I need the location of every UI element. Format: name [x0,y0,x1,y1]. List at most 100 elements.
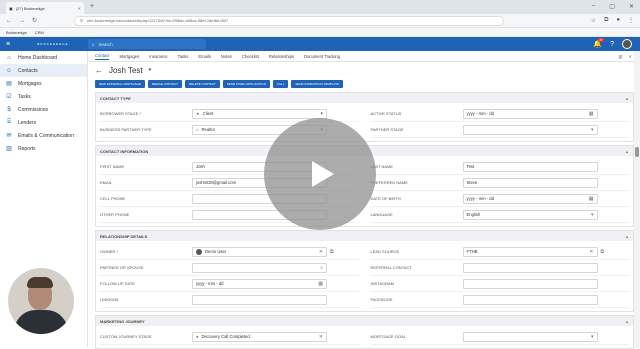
bookmark-star-icon[interactable]: ☆ [591,17,596,24]
partner-stage-select[interactable]: ▾ [462,124,598,135]
tab-contact[interactable]: Contact [95,53,110,60]
contact-title-row: ← Josh Test ▾ [89,62,640,78]
section-title: Marketing Journey [100,318,145,324]
send-expedition-template-button[interactable]: Send Expedition Template [291,79,344,88]
sidebar-item-tasks[interactable]: ☑ Tasks [0,90,87,103]
chevron-down-icon[interactable]: ▾ [149,67,152,73]
send-finmo-application-button[interactable]: Send Finmo Application [222,79,270,88]
minimize-icon[interactable]: – [592,3,595,10]
last-name-field[interactable]: Test [462,161,598,172]
notifications-icon[interactable]: 🔔 27 [593,38,604,48]
collapse-icon[interactable]: ▴ [626,319,628,324]
page-scrollbar[interactable] [634,51,640,348]
sidebar-item-reports[interactable]: ▥ Reports [0,142,87,155]
favicon-icon: ▣ [9,5,13,11]
sidebar-item-lenders[interactable]: ⌸ Lenders [0,116,87,129]
sidebar-item-commissions[interactable]: $ Commissions [0,103,87,116]
merge-contact-button[interactable]: Merge Contact [147,79,182,88]
sidebar-item-label: Contacts [18,67,38,74]
reload-icon[interactable]: ↻ [32,17,37,24]
hamburger-icon[interactable]: ≡ [6,41,18,48]
back-arrow-icon[interactable]: ← [95,66,103,75]
scrollbar-thumb[interactable] [635,147,639,157]
sidebar-item-emails[interactable]: ✉ Emails & Communication [0,129,87,142]
owner-select[interactable]: Demo User ✕ [192,246,327,257]
bookmark-crm[interactable]: CRM [35,30,44,35]
sidebar-item-home[interactable]: ⌂ Home Dashboard [0,51,87,64]
section-header[interactable]: Marketing Journey ▴ [96,316,633,326]
star-icon: ★ [196,111,200,116]
user-avatar[interactable] [622,39,632,49]
help-icon[interactable]: ? [610,41,614,48]
maximize-icon[interactable]: ▢ [609,3,615,10]
back-icon[interactable]: ← [6,18,12,24]
app-logo[interactable]: BROKEREDGE [18,42,88,46]
facebook-field[interactable] [462,294,598,305]
tab-insurance[interactable]: Insurance [149,54,167,59]
video-play-button[interactable] [264,118,376,230]
sidebar-item-contacts[interactable]: ☺ Contacts [0,64,87,77]
profile-icon[interactable]: ● [616,17,620,24]
close-panel-icon[interactable]: ✕ [628,54,632,59]
custom-journey-stage-select[interactable]: ● Discovery Call Completed ✕ [192,331,327,342]
new-tab-button[interactable]: + [90,3,94,10]
forward-icon[interactable]: → [19,18,25,24]
search-input[interactable]: ⌕ Search [88,39,206,49]
field-value: Steve [466,180,478,185]
calendar-icon[interactable]: ▦ [589,196,594,202]
clear-icon[interactable]: ✕ [589,249,593,255]
calendar-icon[interactable]: ▦ [589,111,594,117]
tab-document-tracking[interactable]: Document Tracking [304,54,340,59]
language-select[interactable]: English ▾ [462,209,598,220]
tab-notes[interactable]: Notes [221,54,232,59]
call-button[interactable]: Call [272,79,289,88]
browser-tab[interactable]: ▣ (27) Brokeredge ✕ [6,2,84,14]
field-label: Partner or Spouse [100,265,144,270]
preferred-name-field[interactable]: Steve [462,177,598,188]
menu-icon[interactable]: ⋮ [628,17,634,24]
close-window-icon[interactable]: ✕ [629,3,634,10]
lead-source-select[interactable]: FTHB ✕ [462,246,598,257]
collapse-icon[interactable]: ▴ [626,234,628,239]
section-header[interactable]: Relationship Details ▴ [96,231,633,241]
referral-contact-search[interactable] [462,262,598,273]
borrower-stage-select[interactable]: ★ Client ▾ [192,108,327,119]
follow-up-date-field[interactable]: yyyy - mm - dd ▦ [192,278,327,289]
new-external-mortgage-button[interactable]: New External Mortgage [95,79,145,88]
mortgage-goal-select[interactable]: ▾ [462,331,598,342]
site-info-icon[interactable]: ⚲ [80,18,83,23]
linkedin-field[interactable] [192,294,327,305]
extensions-icon[interactable]: ⧉ [604,17,608,24]
open-link-icon[interactable]: ⧉ [601,249,605,255]
section-header[interactable]: Contact Type ▴ [96,93,633,103]
calendar-icon[interactable]: ▦ [318,281,323,287]
collapse-icon[interactable]: ▴ [626,96,628,101]
app-header: ≡ BROKEREDGE ⌕ Search 🔔 27 ? [0,37,640,51]
tab-mortgages[interactable]: Mortgages [119,54,139,59]
active-status-date[interactable]: yyyy - mm - dd ▦ [462,108,598,119]
field-label: First Name [100,164,125,169]
bookmark-brokeredge[interactable]: Brokeredge [6,30,27,35]
tab-emails[interactable]: Emails [198,54,211,59]
field-label: Partner Stage [370,127,404,132]
field-label: Referral Contact [370,265,412,270]
date-of-birth-field[interactable]: yyyy - mm - dd ▦ [462,193,598,204]
close-tab-icon[interactable]: ✕ [78,6,81,11]
panel-toggle-icon[interactable]: ▥ [619,54,623,59]
delete-contact-button[interactable]: Delete Contact [184,79,220,88]
clear-icon[interactable]: ✕ [319,249,323,255]
tab-tasks[interactable]: Tasks [178,54,189,59]
partner-spouse-search[interactable]: ⌕ [192,262,327,273]
open-link-icon[interactable]: ⧉ [330,249,334,255]
clear-icon[interactable]: ✕ [319,334,323,340]
section-contact-type: Contact Type ▴ Borrower Stage * ★ Client ▾ B… [95,92,634,142]
instagram-field[interactable] [462,278,598,289]
sidebar-item-mortgages[interactable]: ▤ Mortgages [0,77,87,90]
contact-name[interactable]: Josh Test [109,66,143,75]
tab-checklist[interactable]: Checklist [242,54,259,59]
field-value: FTHB [466,249,478,254]
address-bar[interactable]: ⚲ crm.brokeredge.ca/contact/display/1217… [74,15,505,26]
tab-relationships[interactable]: Relationships [269,54,294,59]
tasks-icon: ☑ [6,94,12,100]
collapse-icon[interactable]: ▴ [626,149,628,154]
